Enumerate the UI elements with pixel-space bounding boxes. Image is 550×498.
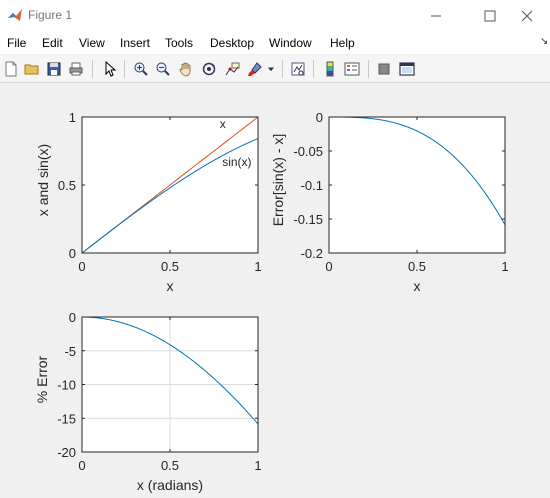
maximize-icon [484,10,496,22]
brush-dropdown-button[interactable] [265,59,277,79]
x-tick-label: 0.5 [408,259,426,274]
y-tick-label: -0.2 [301,246,323,261]
x-tick-label: 0.5 [161,458,179,473]
y-axis-label: x and sin(x) [35,144,51,216]
toolbar-separator [92,60,93,78]
menu-edit[interactable]: Edit [42,36,63,50]
pointer-icon [105,61,117,77]
zoom-in-button[interactable] [131,59,151,79]
x-tick-label: 0 [325,259,332,274]
save-icon [47,62,61,76]
curve-annotation: x [220,117,226,131]
matlab-app-icon [8,9,22,21]
window-title: Figure 1 [28,8,73,22]
hide-plot-tools-button[interactable] [374,59,394,79]
zoom-in-icon [134,62,148,76]
menu-dock-arrow-icon[interactable]: ↘ [540,36,548,47]
x-tick-label: 1 [501,259,508,274]
insert-legend-button[interactable] [342,59,362,79]
y-tick-label: -0.1 [301,178,323,193]
plots-svg: 0 0.5 1 0 0.5 1 x x and sin(x) x sin(x) 0 0.5 1 -0.2 -… [34,110,509,493]
curve-annotation: sin(x) [222,155,251,169]
toolbar-separator [368,60,369,78]
print-icon [69,62,83,76]
pan-hand-icon [179,62,191,77]
x-axis-label: x [167,278,174,294]
x-axis-label: x (radians) [137,477,203,493]
new-figure-button[interactable] [1,59,21,79]
zoom-out-icon [156,62,170,76]
menu-bar: File Edit View Insert Tools Desktop Wind… [0,32,550,54]
edit-plot-button[interactable] [100,59,120,79]
data-cursor-button[interactable] [222,59,242,79]
minimize-button[interactable] [413,0,459,32]
axes-background[interactable] [329,117,505,253]
y-tick-label: 0 [69,246,76,261]
x-tick-label: 1 [254,259,261,274]
minimize-icon [431,15,441,17]
y-tick-label: 0.5 [58,178,76,193]
brush-icon [248,62,262,76]
menu-window[interactable]: Window [269,36,312,50]
new-file-icon [5,61,17,77]
brush-button[interactable] [245,59,265,79]
zoom-out-button[interactable] [153,59,173,79]
figure-canvas[interactable]: 0 0.5 1 0 0.5 1 x x and sin(x) x sin(x) 0 0.5 1 -0.2 -… [0,84,550,498]
close-icon [521,10,533,22]
show-plot-tools-icon [399,62,415,76]
y-tick-label: 0 [316,110,323,125]
y-tick-label: 0 [69,310,76,325]
rotate-3d-button[interactable] [199,59,219,79]
y-axis-label: % Error [34,355,50,403]
x-tick-label: 0.5 [161,259,179,274]
brush-dropdown-icon [268,67,274,72]
toolbar-separator [313,60,314,78]
x-tick-label: 0 [78,259,85,274]
x-tick-label: 1 [254,458,261,473]
x-tick-label: 0 [78,458,85,473]
menu-view[interactable]: View [79,36,105,50]
y-tick-label: -0.15 [293,212,323,227]
print-figure-button[interactable] [66,59,86,79]
y-tick-label: 1 [69,110,76,125]
toolbar-separator [282,60,283,78]
pan-button[interactable] [176,59,196,79]
show-plot-tools-button[interactable] [397,59,417,79]
hide-plot-tools-icon [378,63,390,75]
y-tick-label: -0.05 [293,144,323,159]
link-plot-button[interactable] [288,59,308,79]
y-tick-label: -10 [57,378,76,393]
open-folder-icon [24,64,39,75]
window-title-bar[interactable]: Figure 1 [0,0,550,32]
colorbar-icon [326,61,334,77]
menu-file[interactable]: File [7,36,26,50]
menu-insert[interactable]: Insert [120,36,150,50]
menu-tools[interactable]: Tools [165,36,193,50]
save-figure-button[interactable] [44,59,64,79]
link-plot-icon [291,62,305,76]
x-axis-label: x [414,278,421,294]
open-file-button[interactable] [22,59,42,79]
insert-colorbar-button[interactable] [320,59,340,79]
menu-desktop[interactable]: Desktop [210,36,254,50]
rotate-3d-icon [202,62,216,76]
figure-toolbar [0,55,550,83]
close-button[interactable] [504,0,550,32]
y-tick-label: -20 [57,445,76,460]
y-tick-label: -5 [64,344,76,359]
y-axis-label: Error[sin(x) - x] [270,134,286,227]
y-tick-label: -15 [57,411,76,426]
menu-help[interactable]: Help [330,36,355,50]
toolbar-separator [124,60,125,78]
data-cursor-icon [225,62,240,76]
legend-icon [344,62,360,76]
